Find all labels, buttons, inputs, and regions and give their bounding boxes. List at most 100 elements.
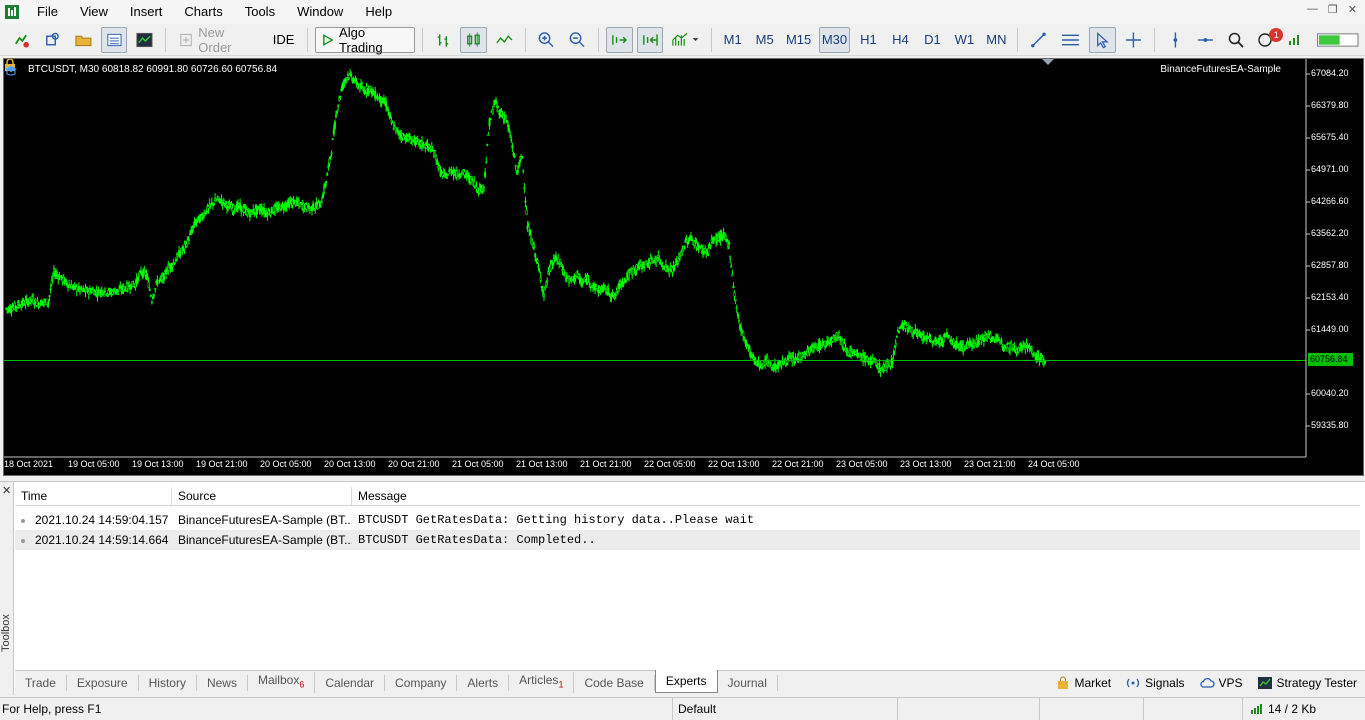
trend-line-button[interactable] — [1025, 27, 1052, 53]
candle-body — [146, 276, 149, 279]
data-window-button[interactable] — [39, 27, 66, 53]
candle-body — [545, 281, 548, 286]
candle-body — [607, 287, 610, 295]
candle-body — [393, 125, 396, 127]
candlestick-button[interactable] — [460, 26, 488, 53]
new-order-button[interactable]: New Order — [173, 25, 263, 55]
candle-body — [82, 288, 85, 290]
menu-file[interactable]: File — [26, 0, 69, 24]
signal-level-button[interactable] — [1283, 27, 1309, 53]
tab-news[interactable]: News — [197, 674, 248, 691]
candle-body — [584, 277, 587, 280]
candle-body — [202, 216, 205, 219]
chart-shift-button[interactable] — [636, 26, 664, 53]
close-icon[interactable]: ✕ — [1348, 3, 1357, 16]
candle-body — [112, 288, 115, 291]
menu-charts[interactable]: Charts — [173, 0, 233, 24]
log-row[interactable]: 2021.10.24 14:59:14.664 BinanceFuturesEA… — [15, 530, 1360, 550]
zoom-in-button[interactable] — [533, 27, 560, 53]
candle-body — [222, 199, 225, 202]
bar-chart-button[interactable] — [430, 27, 457, 53]
vertical-line-button[interactable] — [1162, 27, 1189, 53]
status-divider — [897, 698, 898, 720]
notifications-button[interactable]: 1 — [1253, 27, 1284, 53]
candle-body — [563, 272, 566, 275]
menu-tools[interactable]: Tools — [234, 0, 286, 24]
tab-alerts[interactable]: Alerts — [457, 674, 510, 691]
indicators-button[interactable] — [667, 27, 703, 53]
timeframe-h1-button[interactable]: H1 — [854, 27, 882, 53]
menu-window[interactable]: Window — [286, 0, 354, 24]
timeframe-m30-button[interactable]: M30 — [818, 26, 851, 53]
market-tab[interactable]: Market — [1056, 676, 1111, 690]
menu-view[interactable]: View — [69, 0, 119, 24]
candle-body — [218, 197, 221, 200]
auto-scroll-button[interactable] — [605, 26, 633, 53]
tab-articles[interactable]: Articles1 — [509, 672, 575, 693]
timeframe-h4-button[interactable]: H4 — [886, 27, 914, 53]
tab-journal[interactable]: Journal — [718, 674, 778, 691]
candle-body — [108, 289, 111, 292]
candle-body — [914, 329, 917, 331]
zoom-out-button[interactable] — [564, 27, 591, 53]
timeframe-mn-button[interactable]: MN — [982, 27, 1010, 53]
tab-exposure[interactable]: Exposure — [67, 674, 139, 691]
tab-history[interactable]: History — [139, 674, 197, 691]
status-divider — [1039, 698, 1040, 720]
price-chart[interactable]: BTCUSDT, M30 60818.82 60991.80 60726.60 … — [3, 58, 1364, 476]
tester-chart-icon — [1257, 677, 1272, 689]
lines-button[interactable] — [1056, 27, 1085, 53]
candle-body — [162, 272, 165, 281]
strategy-tester-tab[interactable]: Strategy Tester — [1257, 676, 1357, 690]
column-header-source[interactable]: Source — [172, 487, 352, 505]
menu-insert[interactable]: Insert — [119, 0, 174, 24]
algo-trading-button[interactable]: Algo Trading — [314, 25, 415, 55]
timeframe-m15-button[interactable]: M15 — [783, 27, 815, 53]
candle-body — [643, 266, 646, 269]
candle-body — [345, 77, 348, 81]
horizontal-line-button[interactable] — [1192, 27, 1219, 53]
log-message: BTCUSDT GetRatesData: Getting history da… — [358, 513, 755, 527]
signals-tab[interactable]: Signals — [1125, 676, 1185, 690]
candle-body — [831, 338, 834, 342]
close-icon[interactable]: ✕ — [2, 484, 11, 497]
tab-mailbox[interactable]: Mailbox6 — [248, 672, 316, 693]
cursor-button[interactable] — [1088, 26, 1116, 53]
log-time: 2021.10.24 14:59:14.664 — [35, 533, 169, 547]
candle-body — [911, 327, 914, 335]
candle-body — [733, 292, 736, 297]
toolbox-label: Toolbox — [0, 614, 12, 652]
market-watch-button[interactable] — [100, 26, 128, 53]
candle-body — [697, 246, 700, 250]
search-button[interactable] — [1223, 27, 1249, 53]
column-header-time[interactable]: Time — [15, 487, 172, 505]
crosshair-button[interactable] — [1120, 27, 1147, 53]
navigator-button[interactable] — [70, 27, 97, 53]
new-symbol-button[interactable] — [8, 27, 35, 53]
tab-code-base[interactable]: Code Base — [574, 674, 655, 691]
timeframe-m5-button[interactable]: M5 — [751, 27, 779, 53]
tab-company[interactable]: Company — [385, 674, 458, 691]
restore-icon[interactable]: ❐ — [1328, 3, 1338, 16]
candle-body — [306, 209, 309, 212]
candle-body — [446, 177, 449, 180]
timeframe-w1-button[interactable]: W1 — [950, 27, 978, 53]
price-tick-label: 64971.00 — [1311, 164, 1349, 174]
status-profile[interactable]: Default — [678, 702, 716, 716]
candle-body — [387, 109, 390, 112]
terminal-button[interactable] — [131, 27, 158, 53]
vps-tab[interactable]: VPS — [1199, 676, 1243, 690]
minimize-icon[interactable]: — — [1307, 3, 1318, 16]
log-row[interactable]: 2021.10.24 14:59:04.157 BinanceFuturesEA… — [15, 510, 1360, 530]
tab-calendar[interactable]: Calendar — [315, 674, 386, 691]
tab-experts[interactable]: Experts — [654, 670, 718, 693]
timeframe-d1-button[interactable]: D1 — [918, 27, 946, 53]
timeframe-m1-button[interactable]: M1 — [719, 27, 747, 53]
candle-body — [815, 345, 818, 348]
ide-button[interactable]: IDE — [267, 27, 299, 53]
menu-help[interactable]: Help — [354, 0, 403, 24]
candle-body — [389, 115, 392, 117]
line-chart-button[interactable] — [491, 27, 518, 53]
column-header-message[interactable]: Message — [352, 487, 1360, 505]
tab-trade[interactable]: Trade — [15, 674, 67, 691]
